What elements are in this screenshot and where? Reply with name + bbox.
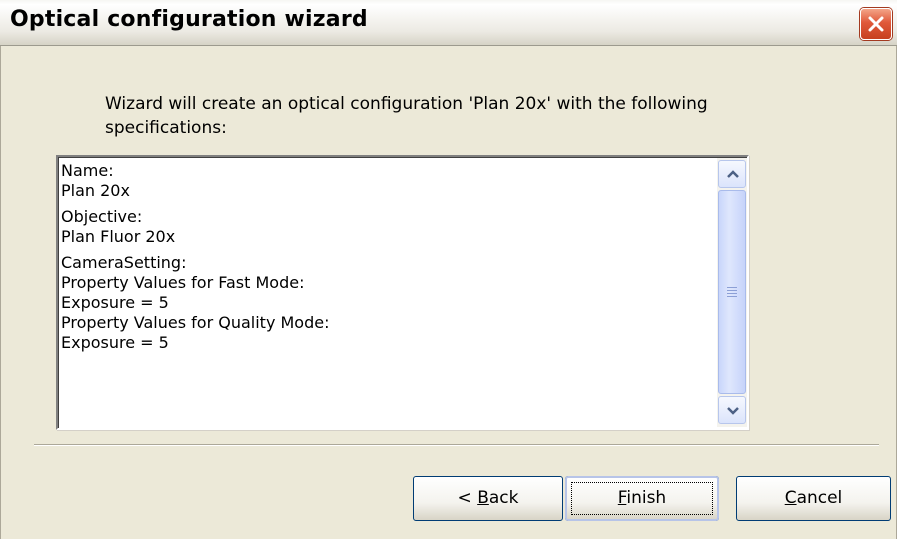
spec-entry-camera-setting: CameraSetting: Property Values for Fast …	[61, 253, 711, 353]
scroll-up-button[interactable]	[718, 160, 746, 188]
window-title: Optical configuration wizard	[10, 7, 368, 32]
spec-entry-objective: Objective: Plan Fluor 20x	[61, 207, 711, 247]
cancel-button[interactable]: Cancel	[736, 476, 891, 521]
spec-line: Property Values for Quality Mode:	[61, 313, 330, 332]
vertical-scrollbar[interactable]	[717, 158, 747, 427]
close-button[interactable]	[860, 8, 892, 40]
scroll-down-button[interactable]	[718, 396, 746, 424]
title-bar[interactable]: Optical configuration wizard	[0, 0, 897, 46]
focus-rectangle	[571, 482, 713, 515]
spec-line: Name:	[61, 161, 114, 180]
intro-text: Wizard will create an optical configurat…	[105, 94, 708, 138]
scroll-thumb[interactable]	[718, 190, 746, 394]
close-icon	[868, 16, 884, 32]
wizard-window: Optical configuration wizard Wizard will…	[0, 0, 897, 539]
cancel-button-mnemonic: C	[784, 488, 797, 508]
chevron-down-icon	[727, 407, 739, 415]
spec-line: Exposure = 5	[61, 293, 169, 312]
grip-icon	[727, 287, 737, 299]
back-button[interactable]: < Back	[413, 476, 563, 521]
back-button-label: ack	[488, 488, 519, 508]
specifications-list[interactable]: Name: Plan 20x Objective: Plan Fluor 20x…	[56, 155, 749, 430]
chevron-up-icon	[727, 170, 739, 178]
spec-line: CameraSetting:	[61, 253, 187, 272]
separator	[34, 444, 879, 446]
spec-line: Plan Fluor 20x	[61, 227, 176, 246]
spec-line: Property Values for Fast Mode:	[61, 273, 305, 292]
spec-line: Plan 20x	[61, 181, 130, 200]
finish-button[interactable]: Finish	[565, 476, 719, 521]
back-button-prefix: <	[457, 488, 478, 508]
specifications-content: Name: Plan 20x Objective: Plan Fluor 20x…	[61, 161, 711, 359]
spec-line: Exposure = 5	[61, 333, 169, 352]
cancel-button-label: ancel	[796, 488, 843, 508]
back-button-mnemonic: B	[477, 488, 489, 508]
spec-line: Objective:	[61, 207, 143, 226]
spec-entry-name: Name: Plan 20x	[61, 161, 711, 201]
